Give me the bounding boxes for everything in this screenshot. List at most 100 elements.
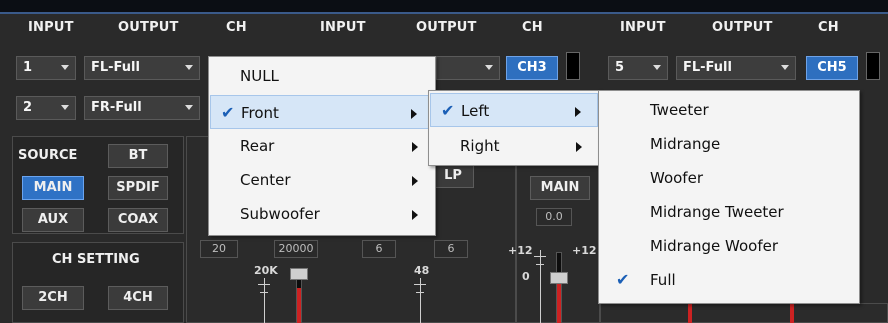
output-header-3: OUTPUT: [712, 20, 773, 35]
gain-scale-label: 48: [414, 264, 430, 277]
eq-slider-thumb[interactable]: [550, 272, 568, 284]
input-select-1-value: 1: [23, 60, 33, 75]
menu-item-subwoofer-label: Subwoofer: [240, 205, 320, 223]
check-icon: ✔: [221, 103, 235, 122]
far-right-slider-fill-1: [688, 304, 692, 323]
driver-item-midrange-woofer-label: Midrange Woofer: [650, 237, 778, 255]
mixer-far-right: [600, 303, 888, 323]
menu-item-null[interactable]: NULL: [210, 59, 434, 93]
ch5-indicator: [866, 52, 880, 80]
driver-item-midrange-tweeter[interactable]: Midrange Tweeter: [600, 195, 858, 229]
aux-button[interactable]: AUX: [22, 208, 84, 232]
menu-item-front[interactable]: ✔ Front: [210, 95, 434, 129]
output-select-3-partial[interactable]: [436, 56, 500, 80]
output-select-2-value: FR-Full: [91, 100, 142, 115]
lp-slope-box[interactable]: 6: [434, 240, 468, 258]
ch3-indicator: [566, 52, 580, 80]
output-header-1: OUTPUT: [118, 20, 179, 35]
zero-label: 0: [522, 270, 530, 283]
source-label: SOURCE: [18, 148, 78, 163]
menu-item-center[interactable]: Center: [210, 163, 434, 197]
plus12-label-b: +12: [572, 244, 597, 257]
ch-header-1: CH: [226, 20, 247, 35]
submenu-item-left[interactable]: ✔ Left: [430, 93, 598, 127]
driver-item-tweeter[interactable]: Tweeter: [600, 93, 858, 127]
input-select-1[interactable]: 1: [16, 56, 76, 80]
menu-item-rear-label: Rear: [240, 137, 275, 155]
main-output-button[interactable]: MAIN: [530, 176, 590, 200]
freq-scale: [258, 278, 270, 323]
menu-item-front-label: Front: [241, 104, 279, 122]
hp-slope-box[interactable]: 6: [362, 240, 396, 258]
output-select-1[interactable]: FL-Full: [84, 56, 200, 80]
driver-item-midrange[interactable]: Midrange: [600, 127, 858, 161]
submenu-item-right[interactable]: Right: [430, 129, 598, 163]
driver-item-woofer-label: Woofer: [650, 169, 703, 187]
ch-2-button[interactable]: 2CH: [22, 286, 84, 310]
ch-setting-label: CH SETTING: [52, 252, 140, 267]
gain-scale: [414, 278, 426, 323]
ch-4-button[interactable]: 4CH: [108, 286, 168, 310]
input-header-3: INPUT: [620, 20, 666, 35]
left-submenu: Tweeter Midrange Woofer Midrange Tweeter…: [598, 90, 860, 304]
input-select-2[interactable]: 2: [16, 96, 76, 120]
driver-item-tweeter-label: Tweeter: [650, 101, 709, 119]
hp-freq-box[interactable]: 20: [200, 240, 238, 258]
output-select-5-value: FL-Full: [683, 60, 732, 75]
top-border: [0, 0, 888, 14]
chevron-down-icon: [61, 105, 69, 110]
check-icon: ✔: [441, 101, 455, 120]
gain-value-box[interactable]: 0.0: [536, 208, 572, 226]
ch3-button[interactable]: CH3: [506, 56, 558, 80]
spdif-button[interactable]: SPDIF: [108, 176, 168, 200]
ch5-button[interactable]: CH5: [806, 56, 858, 80]
submenu-arrow-icon: [576, 142, 582, 152]
chevron-down-icon: [653, 65, 661, 70]
input-select-5-value: 5: [615, 60, 625, 75]
output-select-5[interactable]: FL-Full: [676, 56, 796, 80]
lp-button[interactable]: LP: [432, 164, 474, 188]
freq-slider-thumb[interactable]: [290, 268, 308, 280]
main-source-button[interactable]: MAIN: [22, 176, 84, 200]
submenu-item-right-label: Right: [460, 137, 500, 155]
freq-scale-label: 20K: [254, 264, 278, 277]
input-select-5[interactable]: 5: [608, 56, 668, 80]
menu-item-center-label: Center: [240, 171, 291, 189]
submenu-arrow-icon: [575, 107, 581, 117]
submenu-arrow-icon: [412, 210, 418, 220]
output-header-2: OUTPUT: [416, 20, 477, 35]
submenu-arrow-icon: [412, 176, 418, 186]
driver-item-midrange-woofer[interactable]: Midrange Woofer: [600, 229, 858, 263]
driver-item-midrange-tweeter-label: Midrange Tweeter: [650, 203, 784, 221]
ch-header-2: CH: [522, 20, 543, 35]
chevron-down-icon: [61, 65, 69, 70]
driver-item-full[interactable]: ✔ Full: [600, 263, 858, 297]
submenu-item-left-label: Left: [461, 102, 490, 120]
menu-item-subwoofer[interactable]: Subwoofer: [210, 197, 434, 231]
driver-item-full-label: Full: [650, 271, 676, 289]
output-select-1-value: FL-Full: [91, 60, 140, 75]
eq-scale: [534, 250, 546, 323]
input-header-1: INPUT: [28, 20, 74, 35]
chevron-down-icon: [185, 65, 193, 70]
plus12-label-a: +12: [508, 244, 533, 257]
chevron-down-icon: [185, 105, 193, 110]
bt-button[interactable]: BT: [108, 144, 168, 168]
lp-freq-box[interactable]: 20000: [274, 240, 318, 258]
eq-slider-fill: [557, 284, 561, 323]
menu-item-rear[interactable]: Rear: [210, 129, 434, 163]
input-header-2: INPUT: [320, 20, 366, 35]
chevron-down-icon: [781, 65, 789, 70]
output-channel-menu: NULL ✔ Front Rear Center Subwoofer: [208, 56, 436, 236]
output-select-2[interactable]: FR-Full: [84, 96, 200, 120]
driver-item-midrange-label: Midrange: [650, 135, 721, 153]
submenu-arrow-icon: [411, 109, 417, 119]
driver-item-woofer[interactable]: Woofer: [600, 161, 858, 195]
submenu-arrow-icon: [412, 142, 418, 152]
input-select-2-value: 2: [23, 100, 33, 115]
coax-button[interactable]: COAX: [108, 208, 168, 232]
chevron-down-icon: [485, 65, 493, 70]
far-right-slider-fill-2: [790, 304, 794, 323]
dsp-app: INPUT OUTPUT CH INPUT OUTPUT CH INPUT OU…: [0, 0, 888, 323]
freq-slider-fill: [297, 288, 301, 323]
